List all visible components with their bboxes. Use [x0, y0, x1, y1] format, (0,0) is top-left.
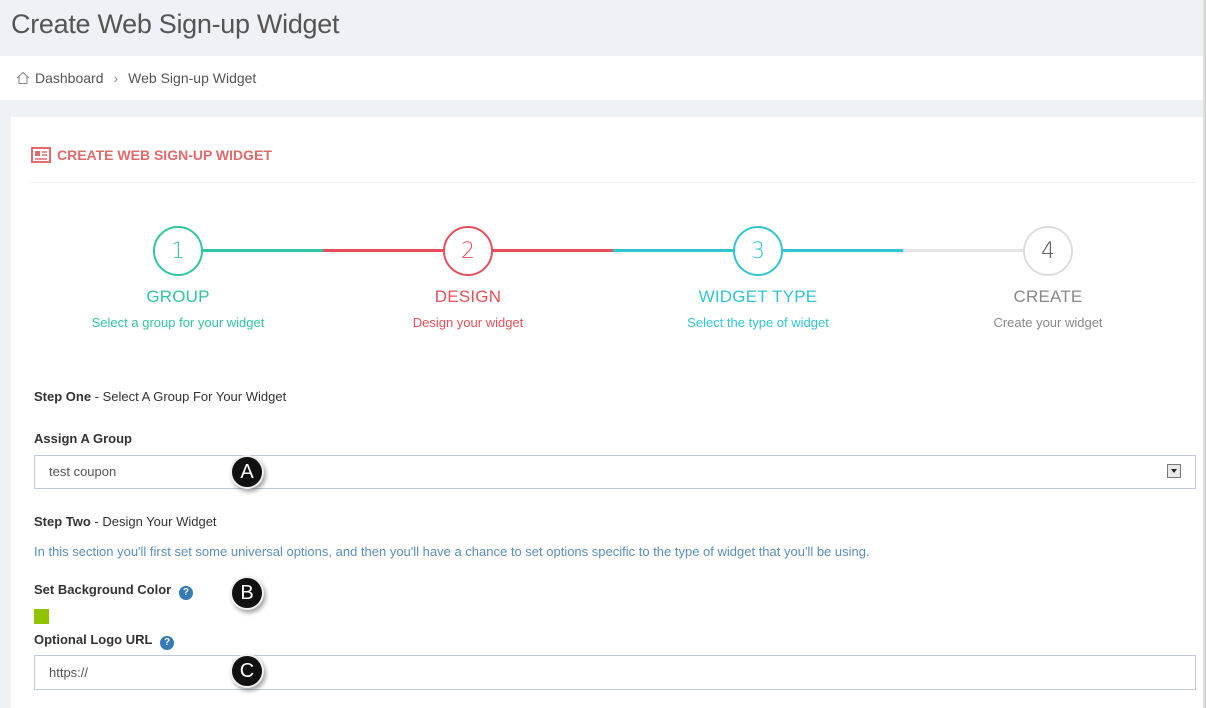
marker-a: A [230, 455, 264, 489]
portlet-divider [31, 182, 1196, 183]
step-3-circle[interactable]: 3 [733, 226, 783, 276]
breadcrumb-bar: Dashboard › Web Sign-up Widget [0, 56, 1206, 100]
breadcrumb-separator: › [113, 70, 119, 86]
chevron-down-icon[interactable] [1167, 464, 1181, 478]
bg-color-label: Set Background Color ? [34, 582, 193, 600]
step-2-circle[interactable]: 2 [443, 226, 493, 276]
bg-color-label-text: Set Background Color [34, 582, 172, 597]
step-4-circle[interactable]: 4 [1023, 226, 1073, 276]
page-title: Create Web Sign-up Widget [11, 9, 340, 39]
group-select[interactable]: test coupon [34, 455, 1196, 489]
logo-url-label: Optional Logo URL ? [34, 632, 175, 650]
step-2-title[interactable]: DESIGN [323, 287, 613, 307]
portlet-title: CREATE WEB SIGN-UP WIDGET [31, 147, 272, 163]
step-two-info: In this section you'll first set some un… [34, 544, 870, 559]
step-two-text: - Design Your Widget [90, 514, 217, 529]
breadcrumb-current: Web Sign-up Widget [128, 70, 257, 86]
step-2-number: 2 [461, 238, 475, 264]
newspaper-icon [31, 147, 51, 163]
bg-color-swatch[interactable] [34, 609, 49, 624]
step-1-number: 1 [171, 238, 185, 264]
step-3-desc: Select the type of widget [687, 315, 829, 330]
assign-group-label: Assign A Group [34, 431, 132, 446]
step-one-heading: Step One - Select A Group For Your Widge… [34, 389, 286, 404]
step-1-desc: Select a group for your widget [91, 315, 265, 330]
step-4-desc: Create your widget [993, 315, 1103, 330]
step-3-number: 3 [751, 238, 765, 264]
marker-a-label: A [240, 460, 254, 483]
portlet-title-text: CREATE WEB SIGN-UP WIDGET [57, 147, 272, 163]
group-select-value: test coupon [49, 464, 117, 479]
marker-b-label: B [240, 581, 254, 604]
logo-url-value: https:// [49, 665, 89, 680]
step-1-circle[interactable]: 1 [153, 226, 203, 276]
breadcrumb-dashboard-link[interactable]: Dashboard [35, 70, 104, 86]
home-icon [16, 71, 30, 85]
assign-group-label-text: Assign A Group [34, 431, 132, 446]
marker-b: B [230, 576, 264, 610]
logo-url-label-text: Optional Logo URL [34, 632, 153, 647]
marker-c-label: C [239, 659, 255, 682]
step-4-title[interactable]: CREATE [903, 287, 1193, 307]
help-icon[interactable]: ? [178, 586, 193, 600]
step-one-text: - Select A Group For Your Widget [91, 389, 287, 404]
step-1-title[interactable]: GROUP [33, 287, 323, 307]
breadcrumb: Dashboard › Web Sign-up Widget [16, 70, 256, 86]
page-header: Create Web Sign-up Widget [0, 0, 1206, 56]
portlet: CREATE WEB SIGN-UP WIDGET 1 GROUP Select… [11, 117, 1206, 708]
step-one-label: Step One [34, 389, 92, 404]
step-3-title[interactable]: WIDGET TYPE [613, 287, 903, 307]
marker-c: C [230, 654, 264, 688]
help-icon[interactable]: ? [160, 636, 175, 650]
logo-url-input[interactable]: https:// [34, 655, 1196, 690]
step-2-desc: Design your widget [412, 315, 524, 330]
step-two-heading: Step Two - Design Your Widget [34, 514, 217, 529]
step-two-label: Step Two [34, 514, 91, 529]
step-4-number: 4 [1041, 238, 1055, 264]
